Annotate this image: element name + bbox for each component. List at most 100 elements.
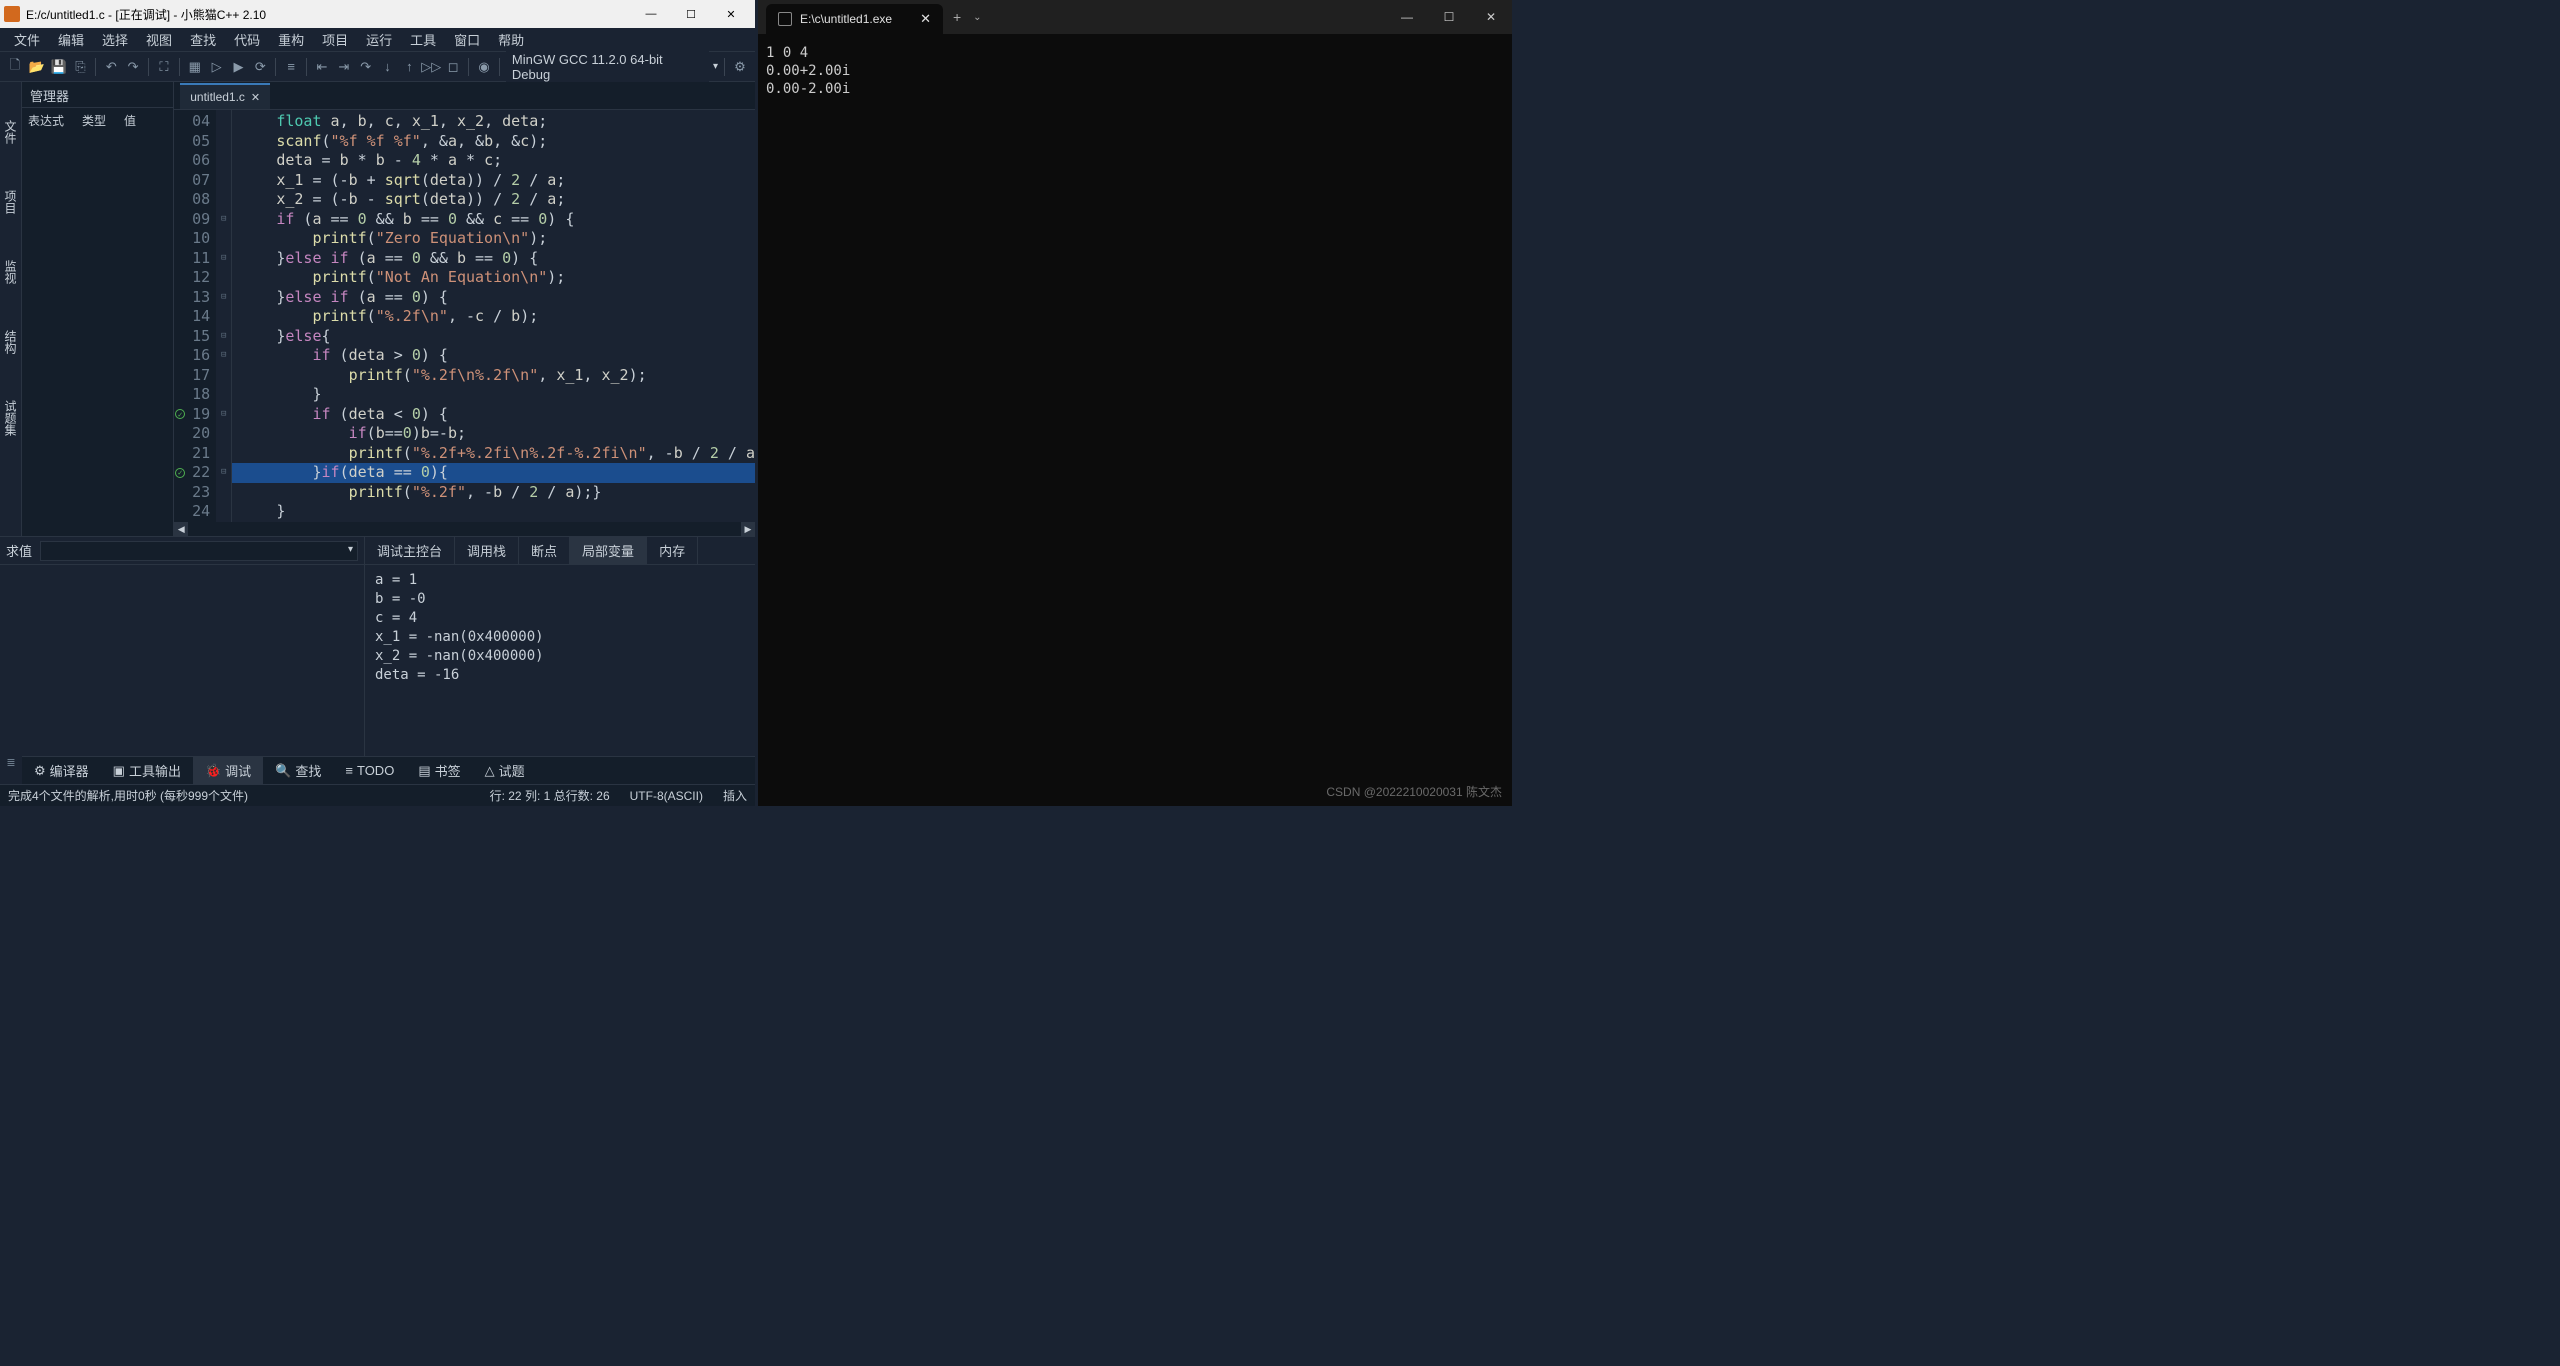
code-line[interactable]: printf("%.2f+%.2fi\n%.2f-%.2fi\n", -b / … — [240, 444, 755, 464]
step-over-icon[interactable]: ↷ — [357, 58, 375, 76]
maximize-button[interactable]: ☐ — [1428, 2, 1470, 32]
status-mode: 插入 — [723, 787, 747, 804]
code-line[interactable]: }if(deta == 0){ — [232, 463, 755, 483]
bottom-tab-书签[interactable]: ▤书签 — [406, 757, 472, 784]
tab-menu-icon[interactable]: ⌄ — [973, 12, 981, 23]
close-button[interactable]: ✕ — [1470, 2, 1512, 32]
code-line[interactable]: if (deta < 0) { — [240, 405, 755, 425]
open-file-icon[interactable]: 📂 — [28, 58, 46, 76]
dropdown-icon[interactable]: ▾ — [713, 61, 718, 72]
format-icon[interactable]: ≡ — [282, 58, 300, 76]
code-line[interactable]: printf("%.2f\n%.2f\n", x_1, x_2); — [240, 366, 755, 386]
debug-tab-内存[interactable]: 内存 — [647, 537, 698, 564]
code-line[interactable]: scanf("%f %f %f", &a, &b, &c); — [240, 132, 755, 152]
step-out-icon[interactable]: ↑ — [400, 58, 418, 76]
menu-代码[interactable]: 代码 — [226, 28, 268, 51]
code-line[interactable]: }else if (a == 0) { — [240, 288, 755, 308]
code-editor[interactable]: ✓✓ 0405060708091011121314151617181920212… — [174, 110, 755, 522]
side-tab-监视[interactable]: 监视 — [0, 252, 21, 292]
code-line[interactable]: x_2 = (-b - sqrt(deta)) / 2 / a; — [240, 190, 755, 210]
manager-col[interactable]: 表达式 — [28, 112, 64, 128]
compile-icon[interactable]: ▦ — [186, 58, 204, 76]
bottom-tab-TODO[interactable]: ≡TODO — [333, 759, 406, 782]
manager-col[interactable]: 值 — [124, 112, 136, 128]
code-line[interactable]: if(b==0)b=-b; — [240, 424, 755, 444]
menu-窗口[interactable]: 窗口 — [446, 28, 488, 51]
bottom-tab-查找[interactable]: 🔍查找 — [263, 757, 333, 784]
rebuild-icon[interactable]: ⟳ — [251, 58, 269, 76]
side-tab-文件[interactable]: 文件 — [0, 112, 21, 152]
close-tab-icon[interactable]: ✕ — [251, 91, 260, 104]
save-icon[interactable]: 💾 — [50, 58, 68, 76]
menu-文件[interactable]: 文件 — [6, 28, 48, 51]
code-line[interactable]: if (deta > 0) { — [240, 346, 755, 366]
compiler-select[interactable]: MinGW GCC 11.2.0 64-bit Debug — [506, 50, 709, 84]
indent-right-icon[interactable]: ⇥ — [335, 58, 353, 76]
menu-项目[interactable]: 项目 — [314, 28, 356, 51]
bottom-tab-调试[interactable]: 🐞调试 — [193, 757, 263, 784]
close-button[interactable]: ✕ — [711, 2, 751, 26]
code-line[interactable]: }else{ — [240, 327, 755, 347]
menu-运行[interactable]: 运行 — [358, 28, 400, 51]
code-line[interactable]: x_1 = (-b + sqrt(deta)) / 2 / a; — [240, 171, 755, 191]
code-line[interactable]: } — [240, 385, 755, 405]
menu-帮助[interactable]: 帮助 — [490, 28, 532, 51]
terminal-output[interactable]: 1 0 4 0.00+2.00i 0.00-2.00i — [758, 34, 1512, 806]
step-into-icon[interactable]: ↓ — [379, 58, 397, 76]
continue-icon[interactable]: ▷▷ — [422, 58, 440, 76]
menu-查找[interactable]: 查找 — [182, 28, 224, 51]
bottom-tab-编译器[interactable]: ⚙编译器 — [22, 757, 101, 784]
menu-工具[interactable]: 工具 — [402, 28, 444, 51]
stop-icon[interactable]: ◻ — [444, 58, 462, 76]
compile-run-icon[interactable]: ▶ — [230, 58, 248, 76]
code-line[interactable]: printf("Not An Equation\n"); — [240, 268, 755, 288]
bottom-tab-工具输出[interactable]: ▣工具输出 — [101, 757, 193, 784]
minimize-button[interactable]: — — [631, 2, 671, 26]
collapse-icon[interactable]: ≣ — [6, 756, 15, 769]
code-line[interactable]: printf("%.2f\n", -c / b); — [240, 307, 755, 327]
run-icon[interactable]: ▷ — [208, 58, 226, 76]
breakpoint-icon[interactable]: ◉ — [475, 58, 493, 76]
menu-编辑[interactable]: 编辑 — [50, 28, 92, 51]
breakpoint-marker[interactable]: ✓ — [175, 409, 185, 419]
menu-选择[interactable]: 选择 — [94, 28, 136, 51]
side-tab-项目[interactable]: 项目 — [0, 182, 21, 222]
new-file-icon[interactable]: 🗋 — [6, 58, 24, 76]
code-line[interactable]: printf("%.2f", -b / 2 / a);} — [240, 483, 755, 503]
debug-tab-断点[interactable]: 断点 — [519, 537, 570, 564]
minimize-button[interactable]: — — [1386, 2, 1428, 32]
select-icon[interactable]: ⛶ — [155, 58, 173, 76]
scroll-right-icon[interactable]: ▶ — [741, 522, 755, 536]
code-line[interactable]: float a, b, c, x_1, x_2, deta; — [240, 112, 755, 132]
evaluate-input[interactable] — [40, 541, 358, 561]
code-line[interactable]: printf("Zero Equation\n"); — [240, 229, 755, 249]
maximize-button[interactable]: ☐ — [671, 2, 711, 26]
debug-tab-调用栈[interactable]: 调用栈 — [455, 537, 519, 564]
scroll-left-icon[interactable]: ◀ — [174, 522, 188, 536]
undo-icon[interactable]: ↶ — [102, 58, 120, 76]
horizontal-scrollbar[interactable]: ◀ ▶ — [174, 522, 755, 536]
menu-重构[interactable]: 重构 — [270, 28, 312, 51]
redo-icon[interactable]: ↷ — [124, 58, 142, 76]
side-tab-试题集[interactable]: 试题集 — [0, 392, 21, 444]
toolbar: 🗋 📂 💾 ⎘ ↶ ↷ ⛶ ▦ ▷ ▶ ⟳ ≡ ⇤ ⇥ ↷ ↓ ↑ ▷▷ ◻ ◉… — [0, 52, 755, 82]
debug-tab-调试主控台[interactable]: 调试主控台 — [365, 537, 455, 564]
code-line[interactable]: } — [240, 502, 755, 522]
close-tab-icon[interactable]: ✕ — [920, 11, 931, 27]
menu-视图[interactable]: 视图 — [138, 28, 180, 51]
file-tab[interactable]: untitled1.c ✕ — [180, 83, 270, 109]
terminal-tab[interactable]: E:\c\untitled1.exe ✕ — [766, 4, 943, 34]
side-tab-结构[interactable]: 结构 — [0, 322, 21, 362]
manager-col[interactable]: 类型 — [82, 112, 106, 128]
bottom-tab-试题[interactable]: △试题 — [473, 757, 537, 784]
debug-tab-局部变量[interactable]: 局部变量 — [570, 537, 647, 564]
code-line[interactable]: deta = b * b - 4 * a * c; — [240, 151, 755, 171]
new-tab-icon[interactable]: + — [953, 9, 961, 25]
code-line[interactable]: return 0; — [240, 522, 755, 523]
breakpoint-marker[interactable]: ✓ — [175, 468, 185, 478]
save-all-icon[interactable]: ⎘ — [72, 58, 90, 76]
code-line[interactable]: }else if (a == 0 && b == 0) { — [240, 249, 755, 269]
settings-icon[interactable]: ⚙ — [731, 58, 749, 76]
indent-left-icon[interactable]: ⇤ — [313, 58, 331, 76]
code-line[interactable]: if (a == 0 && b == 0 && c == 0) { — [240, 210, 755, 230]
